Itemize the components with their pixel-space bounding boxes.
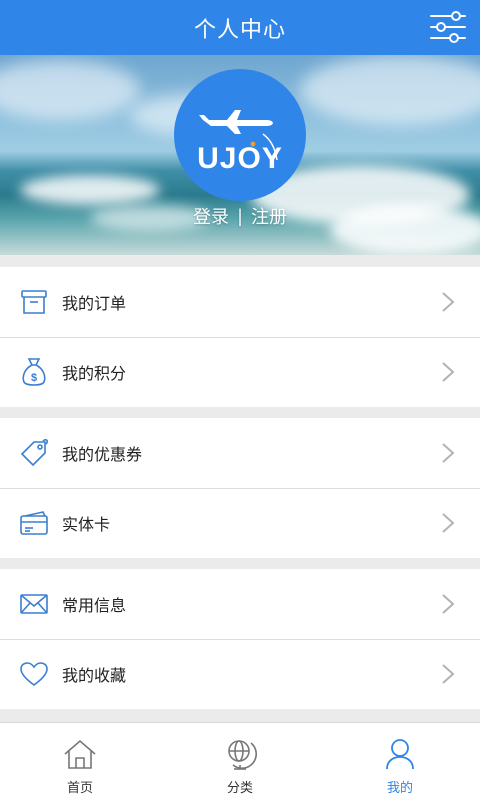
- tab-category[interactable]: 分类: [160, 723, 320, 800]
- chevron-right-icon: [438, 441, 458, 465]
- money-bag-icon: $: [19, 357, 49, 387]
- menu-item-orders[interactable]: 我的订单: [0, 267, 480, 337]
- chevron-right-icon: [438, 592, 458, 616]
- menu-item-favorites[interactable]: 我的收藏: [0, 639, 480, 709]
- ujoy-logo: UJOY: [197, 110, 283, 175]
- chevron-right-icon: [438, 511, 458, 535]
- settings-button[interactable]: [426, 6, 470, 48]
- login-link[interactable]: 登录: [189, 203, 233, 229]
- filter-sliders-icon: [430, 11, 466, 43]
- menu-label-favorites: 我的收藏: [62, 666, 127, 685]
- menu-section-orders: 我的订单 $ 我的积分: [0, 267, 480, 407]
- globe-icon: [222, 736, 258, 772]
- menu-label-orders: 我的订单: [62, 294, 127, 313]
- svg-text:$: $: [31, 372, 37, 384]
- menu-section-info: 常用信息 我的收藏: [0, 569, 480, 709]
- box-icon: [19, 287, 49, 317]
- menu-item-info[interactable]: 常用信息: [0, 569, 480, 639]
- tag-icon: [19, 438, 49, 468]
- chevron-right-icon: [438, 290, 458, 314]
- tab-label-home: 首页: [66, 781, 93, 796]
- menu-item-points[interactable]: $ 我的积分: [0, 337, 480, 407]
- tab-home[interactable]: 首页: [0, 723, 160, 800]
- tab-label-category: 分类: [226, 781, 253, 796]
- register-link[interactable]: 注册: [247, 203, 291, 229]
- chevron-right-icon: [438, 662, 458, 686]
- menu-section-coupons: 我的优惠券 实体卡: [0, 418, 480, 558]
- avatar[interactable]: UJOY: [174, 69, 306, 201]
- tab-mine[interactable]: 我的: [320, 723, 480, 800]
- profile-banner: UJOY 登录 | 注册: [0, 55, 480, 255]
- credit-card-icon: [19, 508, 49, 538]
- page-title: 个人中心: [193, 17, 286, 43]
- menu-item-coupons[interactable]: 我的优惠券: [0, 418, 480, 488]
- auth-separator: |: [236, 205, 244, 227]
- menu-item-card[interactable]: 实体卡: [0, 488, 480, 558]
- bottom-tab-bar: 首页 分类 我的: [0, 722, 480, 800]
- menu-label-coupons: 我的优惠券: [62, 445, 143, 464]
- svg-text:UJOY: UJOY: [197, 142, 283, 175]
- envelope-icon: [19, 589, 49, 619]
- menu-label-points: 我的积分: [62, 364, 127, 383]
- tab-label-mine: 我的: [386, 781, 413, 796]
- heart-icon: [19, 659, 49, 689]
- chevron-right-icon: [438, 360, 458, 384]
- home-icon: [62, 736, 98, 772]
- menu-label-info: 常用信息: [62, 596, 127, 615]
- app-header: 个人中心: [0, 0, 480, 55]
- menu-label-card: 实体卡: [62, 515, 111, 534]
- auth-links: 登录 | 注册: [0, 201, 480, 231]
- user-icon: [382, 736, 418, 772]
